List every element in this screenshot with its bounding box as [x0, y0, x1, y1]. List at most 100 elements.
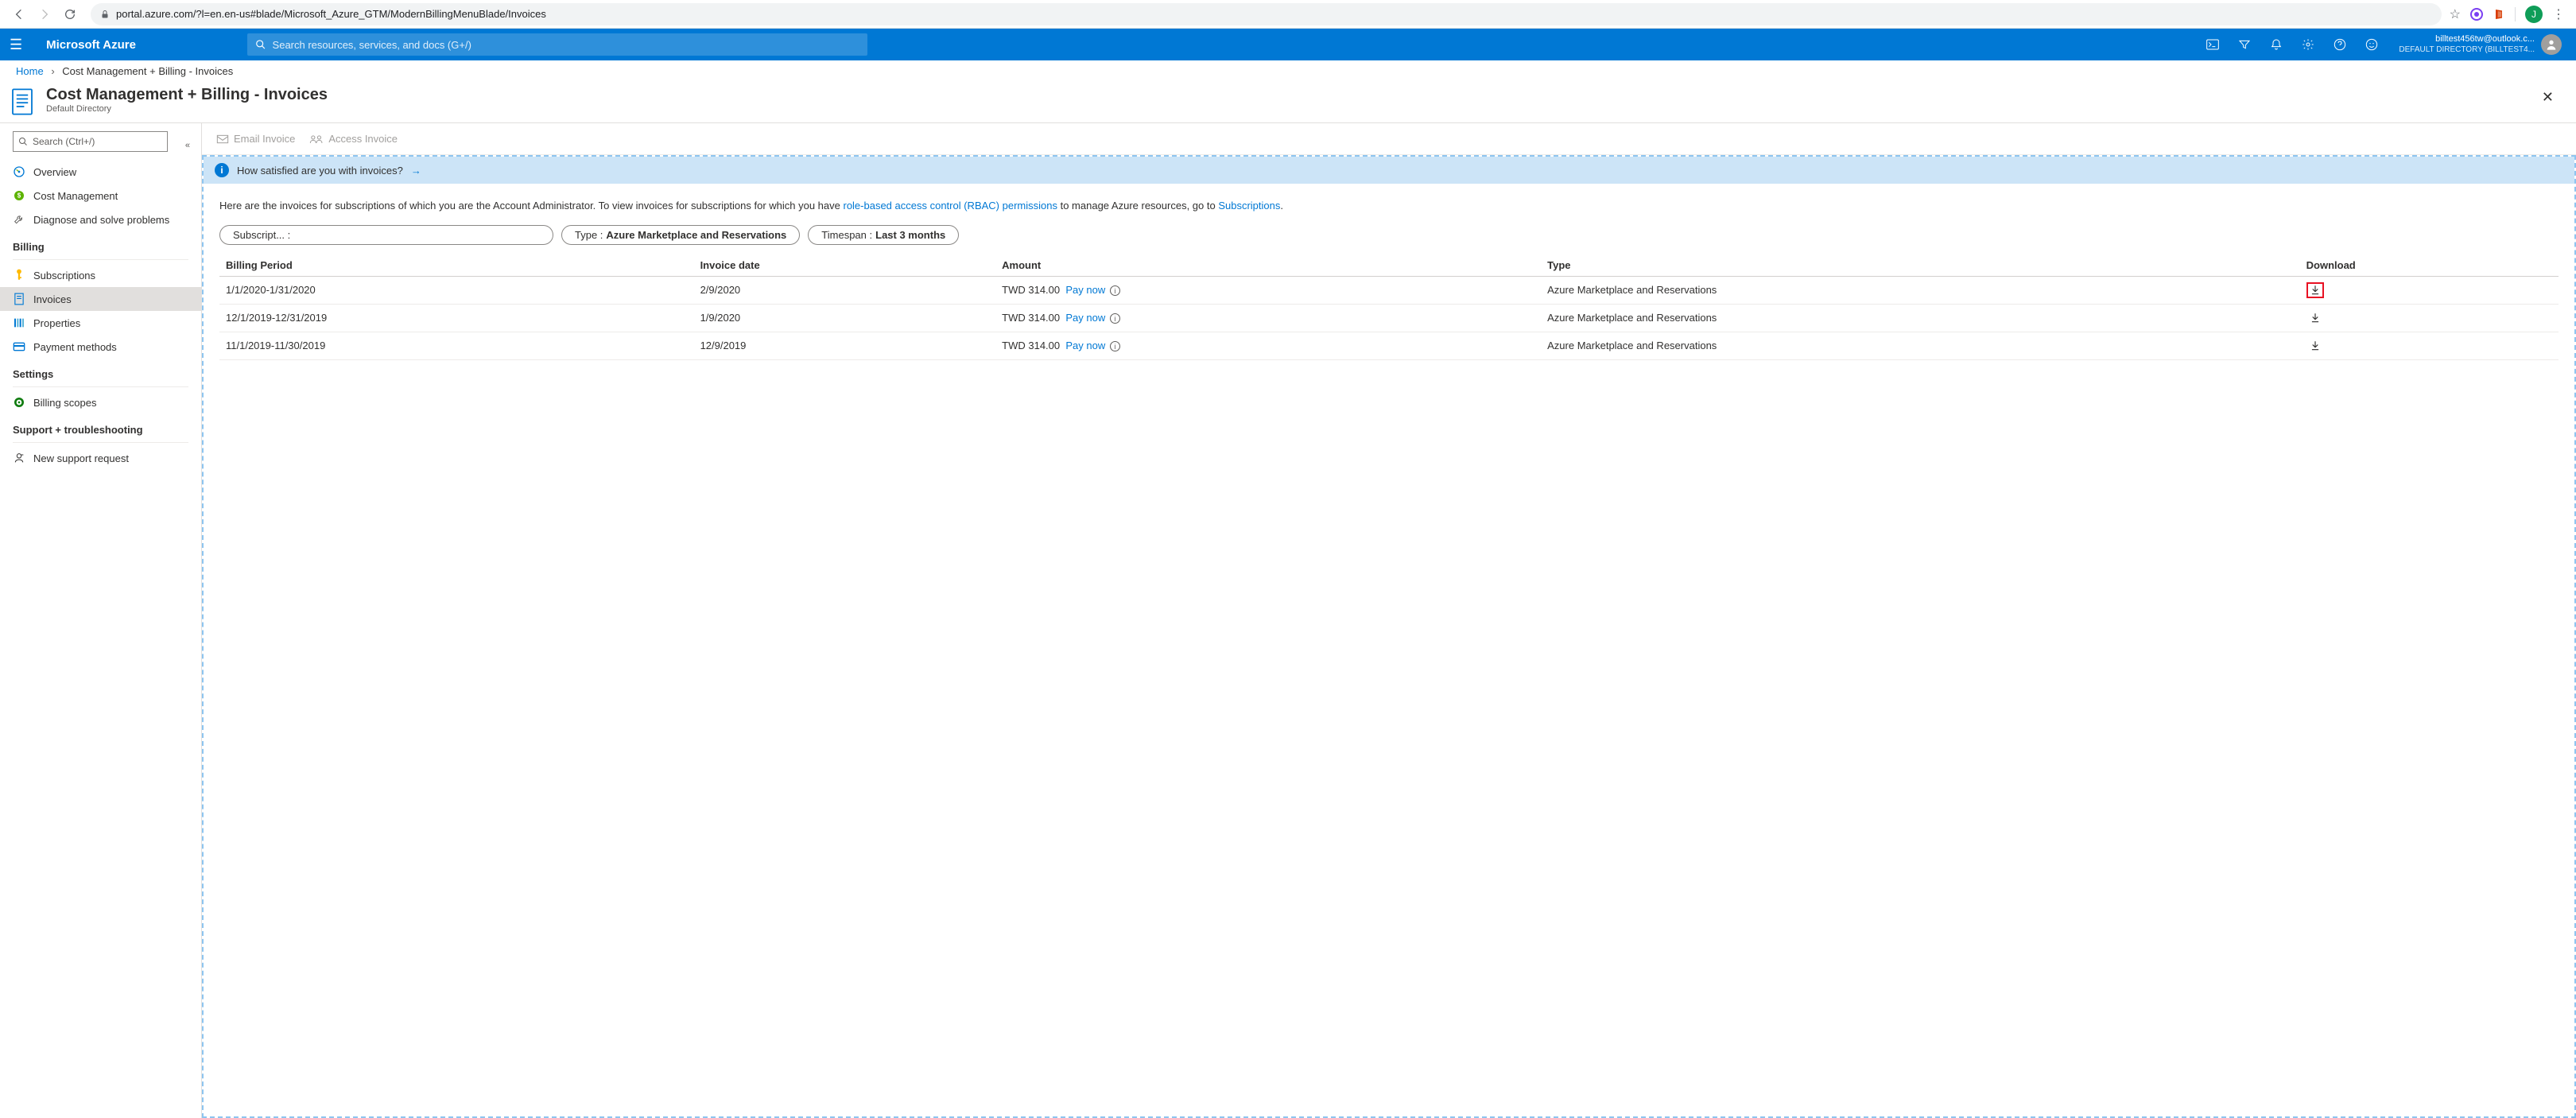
close-blade-button[interactable]: ✕: [2535, 86, 2560, 109]
breadcrumb-home[interactable]: Home: [16, 65, 44, 77]
sidebar-search-placeholder: Search (Ctrl+/): [33, 136, 95, 147]
divider: [13, 442, 188, 443]
filter-timespan[interactable]: Timespan : Last 3 months: [808, 225, 959, 245]
col-download[interactable]: Download: [2300, 254, 2559, 277]
sidebar-item-properties[interactable]: Properties: [0, 311, 201, 335]
sidebar-item-subscriptions[interactable]: Subscriptions: [0, 263, 201, 287]
subscriptions-link[interactable]: Subscriptions: [1218, 200, 1280, 212]
sidebar-item-label: Payment methods: [33, 341, 117, 353]
info-icon[interactable]: i: [1110, 313, 1120, 324]
avatar-letter: J: [2531, 9, 2536, 20]
filter-label: Subscript... :: [233, 229, 290, 241]
hamburger-icon[interactable]: ☰: [10, 37, 22, 53]
sidebar-search[interactable]: Search (Ctrl+/): [13, 131, 168, 152]
cell-type: Azure Marketplace and Reservations: [1541, 276, 2300, 304]
sidebar-section-settings: Settings: [0, 359, 201, 383]
wrench-icon: [13, 213, 25, 226]
email-invoice-button[interactable]: Email Invoice: [216, 133, 295, 145]
divider: [13, 259, 188, 260]
pay-now-link[interactable]: Pay now: [1065, 312, 1105, 324]
cloud-shell-icon[interactable]: [2197, 29, 2229, 60]
arrow-right-icon: →: [411, 165, 421, 177]
profile-avatar[interactable]: J: [2525, 6, 2543, 23]
col-date[interactable]: Invoice date: [694, 254, 996, 277]
sidebar-item-diagnose[interactable]: Diagnose and solve problems: [0, 208, 201, 231]
invoice-icon: [13, 293, 25, 305]
cell-date: 1/9/2020: [694, 304, 996, 332]
global-search[interactable]: [247, 33, 867, 56]
download-button[interactable]: [2306, 282, 2324, 298]
help-icon[interactable]: [2324, 29, 2356, 60]
global-search-input[interactable]: [273, 39, 859, 51]
filter-subscription[interactable]: Subscript... :: [219, 225, 553, 245]
banner-text: How satisfied are you with invoices?: [237, 165, 403, 177]
sidebar-item-overview[interactable]: Overview: [0, 160, 201, 184]
sidebar-item-label: Properties: [33, 317, 80, 329]
sidebar-item-label: New support request: [33, 452, 129, 464]
download-button[interactable]: [2306, 338, 2324, 354]
cell-date: 2/9/2020: [694, 276, 996, 304]
url-text: portal.azure.com/?l=en.en-us#blade/Micro…: [116, 8, 546, 20]
user-avatar: [2541, 34, 2562, 55]
sidebar-item-payment-methods[interactable]: Payment methods: [0, 335, 201, 359]
table-row[interactable]: 1/1/2020-1/31/2020 2/9/2020 TWD 314.00 P…: [219, 276, 2559, 304]
rbac-link[interactable]: role-based access control (RBAC) permiss…: [843, 200, 1057, 212]
filter-label: Timespan :: [821, 229, 872, 241]
forward-button[interactable]: [35, 5, 54, 24]
browser-toolbar: portal.azure.com/?l=en.en-us#blade/Micro…: [0, 0, 2576, 29]
cmd-label: Access Invoice: [328, 133, 398, 145]
address-bar[interactable]: portal.azure.com/?l=en.en-us#blade/Micro…: [91, 3, 2442, 25]
back-button[interactable]: [10, 5, 29, 24]
filter-type[interactable]: Type : Azure Marketplace and Reservation…: [561, 225, 800, 245]
download-button[interactable]: [2306, 310, 2324, 326]
scope-icon: [13, 396, 25, 409]
cell-period: 1/1/2020-1/31/2020: [219, 276, 694, 304]
col-amount[interactable]: Amount: [995, 254, 1541, 277]
breadcrumb-current: Cost Management + Billing - Invoices: [62, 65, 233, 77]
menu-icon[interactable]: ⋮: [2552, 6, 2565, 22]
sidebar-item-new-support-request[interactable]: New support request: [0, 446, 201, 470]
bookmark-icon[interactable]: ☆: [2450, 6, 2461, 22]
blade-header: Cost Management + Billing - Invoices Def…: [0, 83, 2576, 123]
card-icon: [13, 340, 25, 353]
col-period[interactable]: Billing Period: [219, 254, 694, 277]
pay-now-link[interactable]: Pay now: [1065, 284, 1105, 296]
blade-subtitle: Default Directory: [46, 104, 328, 114]
sidebar: Search (Ctrl+/) « Overview $ Cost Manage…: [0, 123, 202, 1118]
info-icon[interactable]: i: [1110, 341, 1120, 351]
table-row[interactable]: 12/1/2019-12/31/2019 1/9/2020 TWD 314.00…: [219, 304, 2559, 332]
col-type[interactable]: Type: [1541, 254, 2300, 277]
satisfaction-banner[interactable]: i How satisfied are you with invoices? →: [204, 157, 2574, 184]
sidebar-item-cost-management[interactable]: $ Cost Management: [0, 184, 201, 208]
blade-icon: [8, 86, 37, 118]
sidebar-item-label: Billing scopes: [33, 397, 97, 409]
sidebar-item-label: Subscriptions: [33, 270, 95, 281]
pay-now-link[interactable]: Pay now: [1065, 340, 1105, 351]
filter-value: Last 3 months: [875, 229, 945, 241]
divider: [13, 386, 188, 387]
sidebar-section-support: Support + troubleshooting: [0, 414, 201, 439]
cell-download: [2300, 276, 2559, 304]
sidebar-item-invoices[interactable]: Invoices: [0, 287, 201, 311]
user-menu[interactable]: billtest456tw@outlook.c... DEFAULT DIREC…: [2388, 34, 2566, 55]
filter-row: Subscript... : Type : Azure Marketplace …: [204, 225, 2574, 254]
main-content: Email Invoice Access Invoice i How satis…: [202, 123, 2576, 1118]
collapse-sidebar-button[interactable]: «: [180, 138, 195, 153]
filter-label: Type :: [575, 229, 603, 241]
description-text: Here are the invoices for subscriptions …: [204, 184, 2574, 225]
extension-icon-1[interactable]: [2470, 8, 2483, 21]
extension-icon-2[interactable]: [2493, 8, 2505, 21]
brand-label[interactable]: Microsoft Azure: [46, 38, 136, 52]
notifications-icon[interactable]: [2260, 29, 2292, 60]
desc-mid: to manage Azure resources, go to: [1061, 200, 1219, 212]
settings-icon[interactable]: [2292, 29, 2324, 60]
cmd-label: Email Invoice: [234, 133, 295, 145]
reload-button[interactable]: [60, 5, 80, 24]
filter-icon[interactable]: [2229, 29, 2260, 60]
table-row[interactable]: 11/1/2019-11/30/2019 12/9/2019 TWD 314.0…: [219, 332, 2559, 359]
svg-text:$: $: [17, 192, 21, 200]
info-icon[interactable]: i: [1110, 285, 1120, 296]
sidebar-item-billing-scopes[interactable]: Billing scopes: [0, 390, 201, 414]
access-invoice-button[interactable]: Access Invoice: [309, 133, 398, 145]
feedback-icon[interactable]: [2356, 29, 2388, 60]
